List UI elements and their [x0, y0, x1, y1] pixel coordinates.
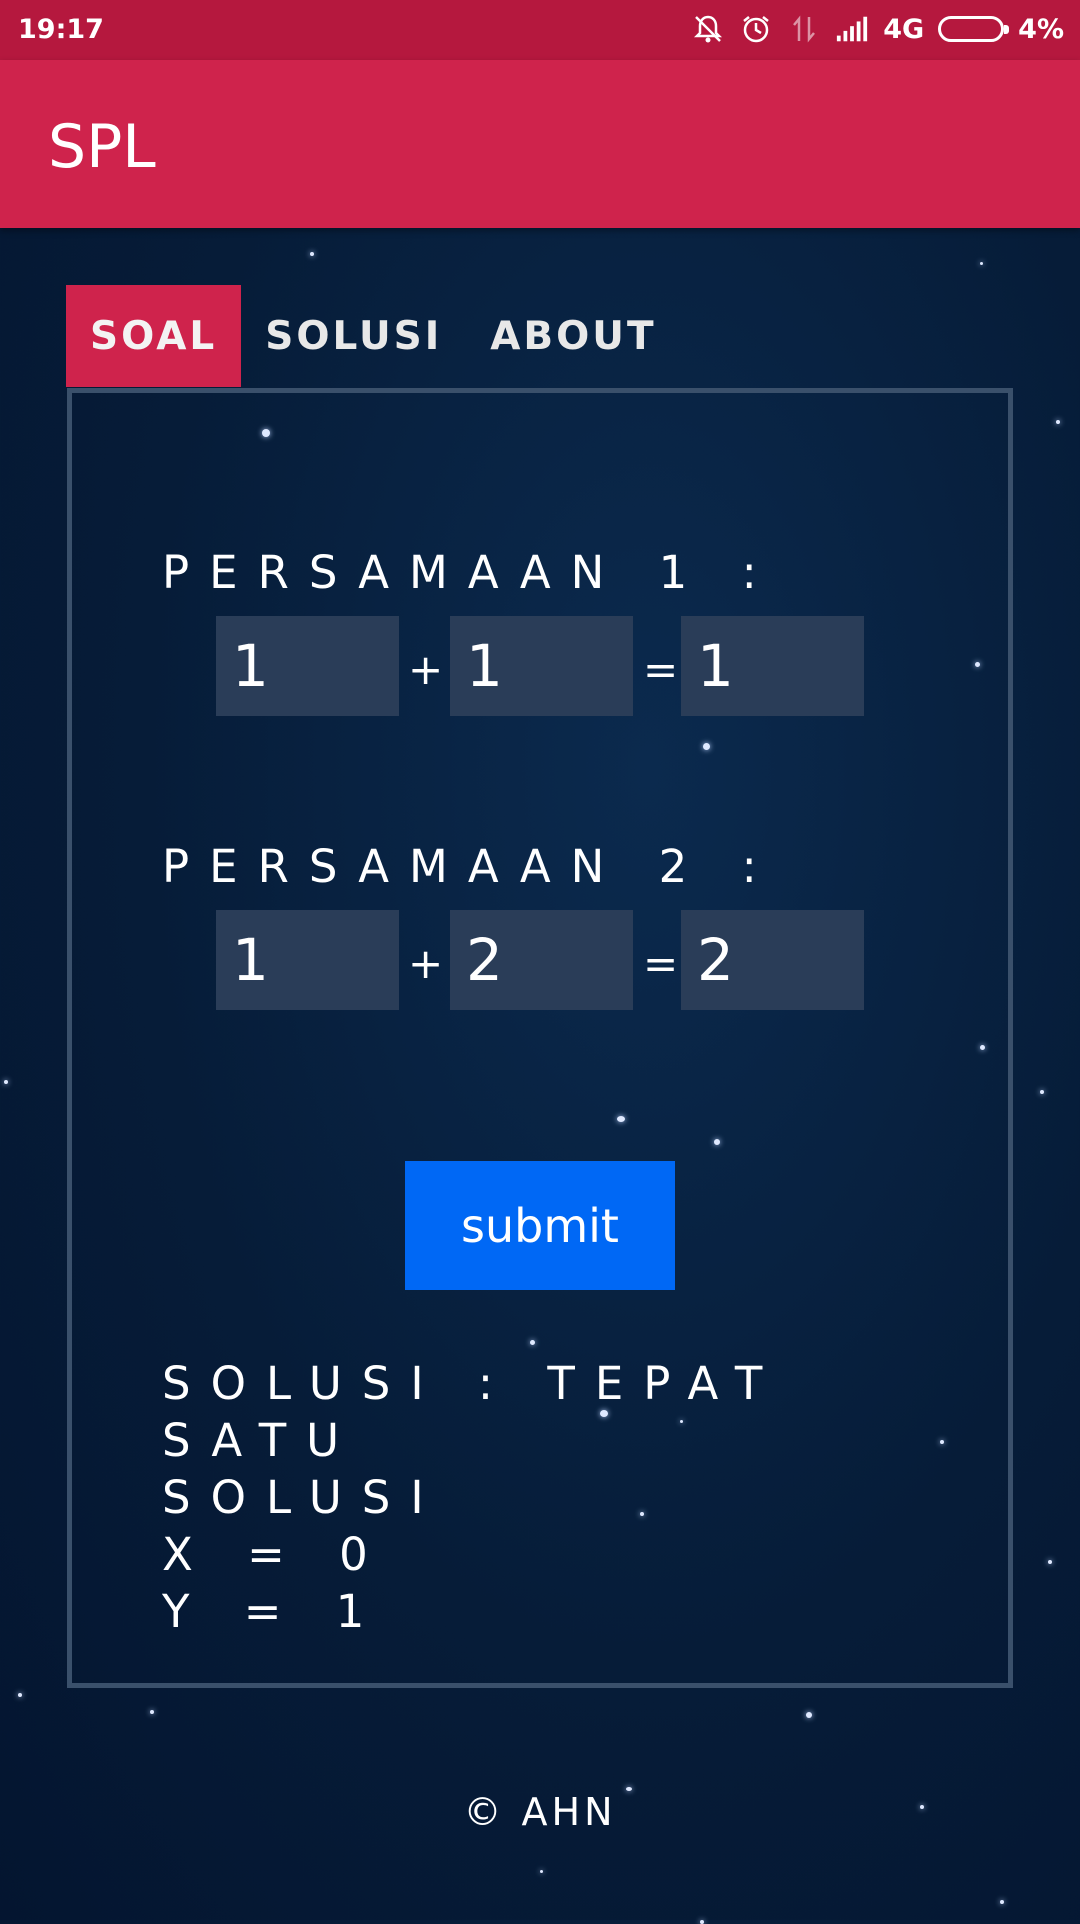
equation-2-constant-input[interactable]: 2: [681, 910, 864, 1010]
equation-1-label: PERSAMAAN 1 :: [162, 546, 777, 599]
tab-soal[interactable]: SOAL: [66, 285, 242, 387]
app-title: SPL: [48, 112, 156, 182]
equation-1-constant-input[interactable]: 1: [681, 616, 864, 716]
status-icons: 4G 4%: [691, 12, 1064, 46]
status-time: 19:17: [18, 14, 104, 45]
alarm-icon: [739, 12, 773, 46]
app-bar: SPL: [0, 60, 1080, 228]
tab-bar: SOAL SOLUSI ABOUT: [66, 285, 681, 387]
submit-button[interactable]: submit: [405, 1161, 675, 1290]
network-type: 4G: [883, 13, 925, 45]
equation-2-label: PERSAMAAN 2 :: [162, 840, 777, 893]
tab-solusi[interactable]: SOLUSI: [241, 285, 466, 387]
equation-1-coef-x-input[interactable]: 1: [216, 616, 399, 716]
solution-line-2: SOLUSI: [162, 1471, 444, 1524]
signal-icon: [835, 12, 869, 46]
battery-icon: [938, 16, 1010, 42]
battery-percent: 4%: [1018, 13, 1064, 45]
solution-x: X = 0: [162, 1528, 388, 1581]
equation-1-plus: +: [408, 645, 444, 694]
equation-1-equals: =: [643, 645, 679, 694]
solution-output: SOLUSI : TEPAT SATU SOLUSI X = 0 Y = 1: [162, 1355, 962, 1640]
equation-2-equals: =: [643, 939, 679, 988]
data-arrows-icon: [787, 12, 821, 46]
equation-2-coef-y-input[interactable]: 2: [450, 910, 633, 1010]
status-bar: 19:17 4G 4%: [0, 0, 1080, 60]
footer-credit: © AHN: [463, 1790, 617, 1834]
solution-y: Y = 1: [162, 1585, 385, 1638]
bell-off-icon: [691, 12, 725, 46]
equation-2-coef-x-input[interactable]: 1: [216, 910, 399, 1010]
tab-about[interactable]: ABOUT: [466, 285, 680, 387]
equation-2-plus: +: [408, 939, 444, 988]
equation-1-coef-y-input[interactable]: 1: [450, 616, 633, 716]
solution-line-1: SOLUSI : TEPAT SATU: [162, 1357, 817, 1467]
